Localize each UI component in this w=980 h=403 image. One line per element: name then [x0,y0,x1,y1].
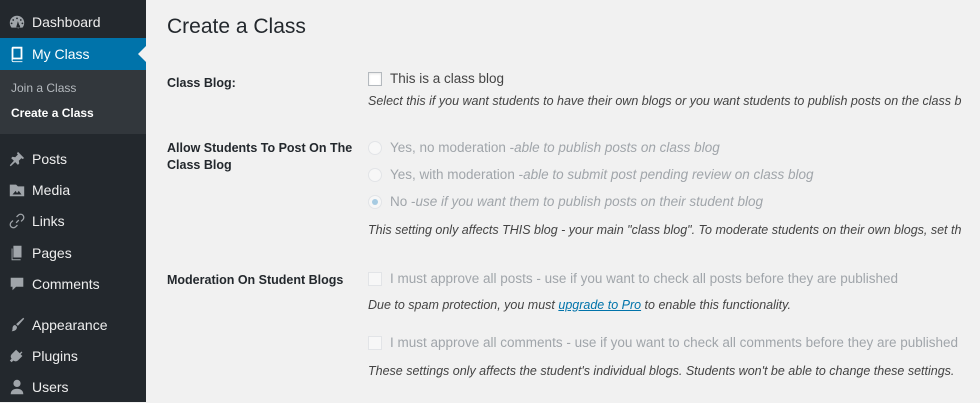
submenu-item-join-class[interactable]: Join a Class [11,81,76,95]
radio-no[interactable] [368,194,382,209]
sidebar-item-comments[interactable]: Comments [0,268,146,300]
option-em: use if you want them to publish posts on… [415,194,763,209]
allow-post-label: Allow Students To Post On The Class Blog [167,141,353,172]
allow-post-option-no-moderation[interactable]: Yes, no moderation - able to publish pos… [368,140,720,155]
link-icon [7,211,27,231]
sidebar-item-label: My Class [32,46,90,62]
option-text: Yes, with moderation - [390,167,524,182]
upgrade-to-pro-link[interactable]: upgrade to Pro [558,298,641,312]
class-blog-description: Select this if you want students to have… [368,94,962,108]
sidebar-item-dashboard[interactable]: Dashboard [0,6,146,38]
sidebar-item-label: Users [32,379,69,395]
moderation-label: Moderation On Student Blogs [167,273,344,287]
approve-posts-checkbox[interactable] [368,271,382,286]
dashboard-icon [7,12,27,32]
page-title: Create a Class [167,15,306,38]
book-icon [7,44,27,64]
sidebar-item-label: Links [32,213,65,229]
approve-comments-checkbox[interactable] [368,335,382,350]
option-text: No - [390,194,416,209]
main-content: Create a Class Class Blog: This is a cla… [146,0,980,402]
radio-no-moderation[interactable] [368,140,382,155]
approve-posts-label: I must approve all posts - use if you wa… [390,271,899,286]
sidebar-item-posts[interactable]: Posts [0,143,146,175]
sidebar-item-label: Plugins [32,348,78,364]
class-blog-option[interactable]: This is a class blog [368,71,504,86]
sidebar-item-label: Pages [32,245,72,261]
comment-icon [7,274,27,294]
brush-icon [7,315,27,335]
sidebar-item-media[interactable]: Media [0,174,146,206]
option-text: Yes, no moderation - [390,140,515,155]
class-blog-label: Class Blog: [167,76,236,90]
allow-post-description: This setting only affects THIS blog - yo… [368,223,962,237]
approve-comments-label: I must approve all comments - use if you… [390,335,959,350]
option-em: able to submit post pending review on cl… [523,167,814,182]
class-blog-checkbox[interactable] [368,71,382,86]
sidebar-item-pages[interactable]: Pages [0,237,146,269]
plugin-icon [7,346,27,366]
spam-note-prefix: Due to spam protection, you must [368,298,559,312]
class-blog-checkbox-label: This is a class blog [390,71,505,86]
approve-posts-option[interactable]: I must approve all posts - use if you wa… [368,271,898,286]
sidebar-item-label: Posts [32,151,68,167]
sidebar-item-my-class[interactable]: My Class [0,38,146,70]
pin-icon [7,149,27,169]
user-icon [7,377,27,397]
sidebar-item-links[interactable]: Links [0,205,146,237]
moderation-footer-description: These settings only affects the student'… [368,364,955,378]
admin-sidebar: Dashboard My Class Join a Class Create a… [0,0,146,402]
allow-post-option-with-moderation[interactable]: Yes, with moderation - able to submit po… [368,167,814,182]
sidebar-item-label: Appearance [32,317,108,333]
spam-note-suffix: to enable this functionality. [641,298,791,312]
pages-icon [7,243,27,263]
sidebar-item-plugins[interactable]: Plugins [0,340,146,372]
submenu-my-class: Join a Class Create a Class [0,70,146,134]
submenu-item-create-class[interactable]: Create a Class [11,106,94,120]
approve-comments-option[interactable]: I must approve all comments - use if you… [368,335,958,350]
media-icon [7,180,27,200]
spam-protection-note: Due to spam protection, you must upgrade… [368,298,791,312]
radio-with-moderation[interactable] [368,167,382,182]
sidebar-item-label: Media [32,182,71,198]
sidebar-item-appearance[interactable]: Appearance [0,309,146,341]
sidebar-item-users[interactable]: Users [0,371,146,403]
sidebar-item-label: Dashboard [32,14,101,30]
sidebar-item-label: Comments [32,276,100,292]
option-em: able to publish posts on class blog [514,140,720,155]
allow-post-option-no[interactable]: No - use if you want them to publish pos… [368,194,763,209]
